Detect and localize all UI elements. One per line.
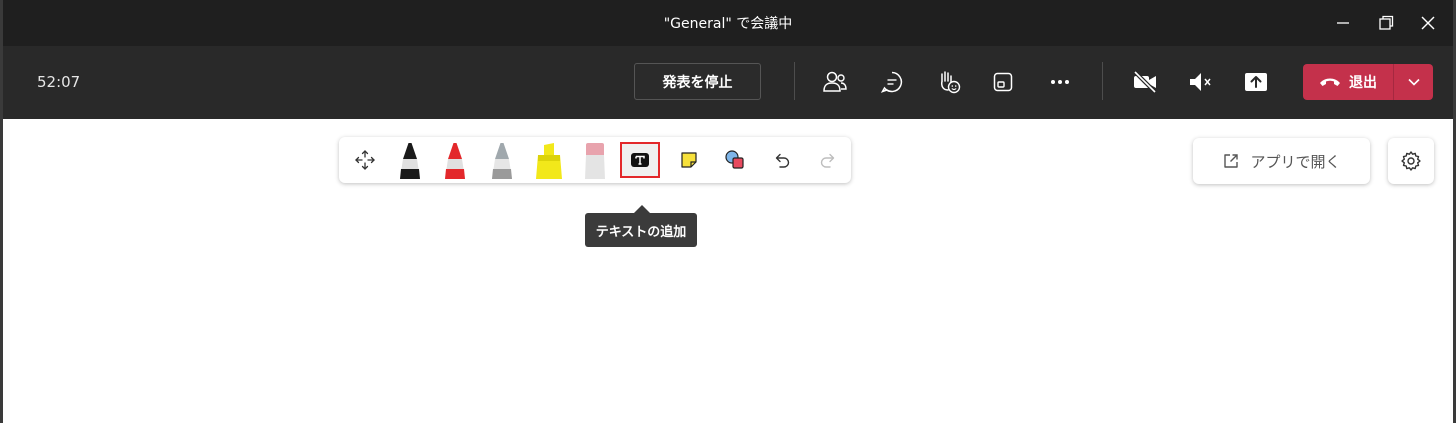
minimize-icon: [1337, 22, 1349, 24]
inking-toolbar: [339, 137, 851, 183]
whiteboard-canvas[interactable]: テキストの追加 アプリで開く: [3, 119, 1453, 423]
silver-pen-tool[interactable]: [482, 142, 522, 179]
open-in-app-label: アプリで開く: [1250, 152, 1341, 171]
eraser-icon: [585, 143, 605, 179]
share-tray-icon: [1245, 73, 1267, 91]
text-icon: [631, 153, 649, 167]
meeting-controls-bar: 52:07 発表を停止 退出: [3, 46, 1453, 119]
open-in-app-button[interactable]: アプリで開く: [1193, 138, 1370, 184]
redo-button[interactable]: [808, 142, 848, 178]
chevron-down-icon: [1407, 78, 1420, 86]
chat-button[interactable]: [875, 66, 909, 98]
reactions-button[interactable]: [932, 66, 966, 98]
speaker-mute-icon: [1190, 73, 1211, 91]
teams-meeting-window: "General" で会議中 52:07 発表を停止 退出 テキストの追加 アプ…: [0, 0, 1456, 423]
window-title: "General" で会議中: [663, 16, 793, 32]
mic-toggle-button[interactable]: [1184, 66, 1218, 98]
shapes-icon: [725, 150, 744, 169]
minimize-button[interactable]: [1328, 8, 1358, 38]
more-actions-button[interactable]: [1043, 66, 1077, 98]
more-icon: [1051, 80, 1069, 84]
redo-icon: [820, 153, 835, 168]
whiteboard-settings-button[interactable]: [1388, 138, 1434, 184]
pen-icon: [400, 143, 420, 179]
chat-icon: [880, 71, 903, 93]
restore-button[interactable]: [1371, 8, 1401, 38]
leave-button-group: 退出: [1303, 64, 1433, 100]
leave-label: 退出: [1349, 75, 1377, 91]
people-icon: [823, 71, 847, 92]
room-view-button[interactable]: [986, 66, 1020, 98]
red-pen-tool[interactable]: [435, 142, 475, 179]
hang-up-icon: [1320, 78, 1340, 86]
raise-hand-icon: [941, 71, 961, 94]
pen-icon: [445, 143, 465, 179]
restore-icon: [1379, 15, 1394, 30]
black-pen-tool[interactable]: [390, 142, 430, 179]
pen-icon: [492, 143, 512, 179]
close-button[interactable]: [1413, 8, 1443, 38]
open-external-icon: [1224, 154, 1239, 168]
add-text-tool[interactable]: [620, 142, 660, 178]
eraser-tool[interactable]: [575, 142, 615, 179]
note-icon: [681, 152, 697, 168]
highlighter-icon: [536, 143, 562, 179]
stop-presenting-button[interactable]: 発表を停止: [634, 63, 761, 100]
leave-options-dropdown[interactable]: [1394, 64, 1433, 100]
toolbar-divider: [1102, 62, 1103, 100]
tool-tooltip: テキストの追加: [585, 213, 697, 247]
tooltip-pointer: [634, 205, 650, 213]
gear-icon: [1401, 151, 1421, 171]
meeting-timer: 52:07: [37, 73, 81, 91]
camera-toggle-button[interactable]: [1128, 66, 1162, 98]
share-content-button[interactable]: [1239, 66, 1273, 98]
participants-button[interactable]: [818, 66, 852, 98]
highlighter-tool[interactable]: [529, 142, 569, 179]
move-tool[interactable]: [345, 142, 385, 178]
undo-icon: [775, 153, 790, 168]
toolbar-divider: [794, 62, 795, 100]
undo-button[interactable]: [762, 142, 802, 178]
sticky-note-tool[interactable]: [669, 142, 709, 178]
camera-off-icon: [1133, 70, 1157, 94]
title-bar: "General" で会議中: [3, 0, 1453, 46]
move-icon: [355, 150, 375, 170]
close-icon: [1421, 16, 1435, 30]
screen-share-icon: [993, 72, 1013, 92]
leave-button[interactable]: 退出: [1303, 64, 1393, 100]
shapes-tool[interactable]: [715, 142, 755, 178]
